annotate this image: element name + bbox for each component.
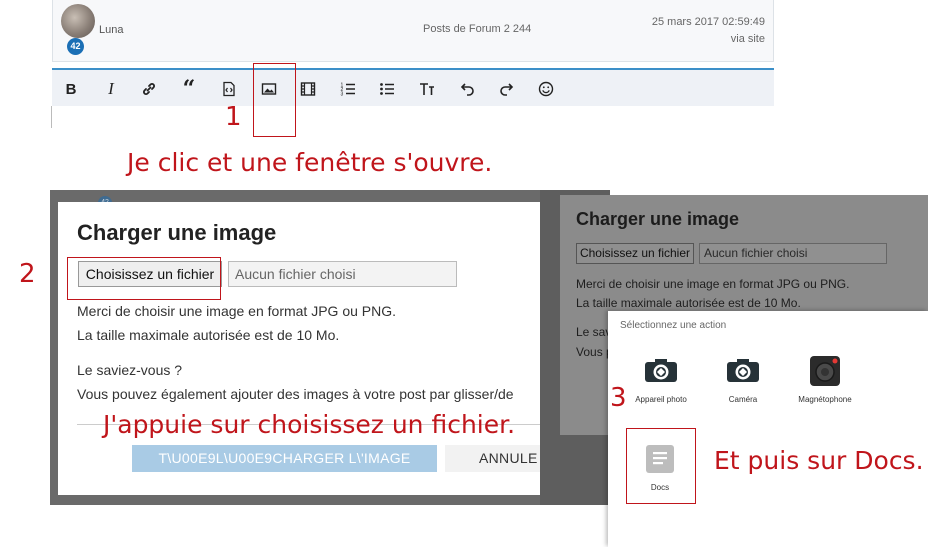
app-recorder[interactable]: Magnétophone [785, 353, 865, 404]
post-header: 42 Luna Posts de Forum 2 244 25 mars 201… [52, 0, 774, 62]
size-limit: La taille maximale autorisée est de 10 M… [576, 296, 801, 310]
post-timestamp: 25 mars 2017 02:59:49 [651, 16, 765, 28]
size-limit: La taille maximale autorisée est de 10 M… [77, 327, 340, 343]
step-3-caption: Et puis sur Docs. [714, 446, 924, 475]
chooser-title: Sélectionnez une action [620, 320, 727, 331]
video-camera-icon [725, 353, 761, 389]
emoji-icon[interactable] [533, 78, 559, 100]
bullet-list-icon[interactable] [374, 78, 400, 100]
svg-text:3: 3 [341, 92, 344, 98]
avatar[interactable] [61, 4, 95, 38]
undo-icon[interactable] [454, 78, 480, 100]
post-count: Posts de Forum 2 244 [423, 23, 532, 35]
link-icon[interactable] [136, 78, 162, 100]
upload-button[interactable]: T\U00E9L\U00E9CHARGER L\'IMAGE [132, 445, 437, 472]
step-1-caption: Je clic et une fenêtre s'ouvre. [127, 148, 493, 177]
post-date: 25 mars 2017 02:59:49 via site [652, 14, 765, 48]
step-3-number: 3 [610, 383, 627, 413]
code-icon[interactable] [216, 78, 242, 100]
app-label: Magnétophone [798, 395, 852, 404]
tip-text: Vous pouvez également ajouter des images… [77, 386, 514, 402]
avatar-badge: 42 [67, 38, 84, 55]
tip-title: Le sav [576, 325, 612, 339]
bold-button[interactable]: B [58, 78, 84, 100]
upload-image-dialog: Charger une image Choisissez un fichier … [58, 202, 540, 495]
ordered-list-icon[interactable]: 123 [335, 78, 361, 100]
cancel-button[interactable]: ANNULE [445, 445, 540, 472]
recorder-icon [807, 353, 843, 389]
step-2-number: 2 [19, 259, 36, 289]
dialog-title: Charger une image [77, 220, 277, 245]
format-instructions: Merci de choisir une image en format JPG… [77, 303, 397, 319]
redo-icon[interactable] [494, 78, 520, 100]
highlight-docs [626, 428, 696, 504]
format-instructions: Merci de choisir une image en format JPG… [576, 277, 850, 291]
editor-toolbar: B I “ 123 [52, 68, 774, 106]
video-icon[interactable] [295, 78, 321, 100]
dialog-title: Charger une image [576, 209, 740, 229]
step-2-caption: J'appuie sur choisissez un fichier. [103, 410, 516, 439]
app-video-camera[interactable]: Caméra [703, 353, 783, 404]
file-name-field: Aucun fichier choisi [699, 243, 887, 264]
highlight-choose-file [67, 257, 221, 300]
tip-title: Le saviez-vous ? [77, 362, 183, 378]
step-1-number: 1 [225, 102, 242, 132]
username[interactable]: Luna [99, 24, 123, 36]
italic-button[interactable]: I [98, 78, 124, 100]
text-size-icon[interactable] [414, 78, 440, 100]
post-via: via site [730, 33, 765, 45]
app-label: Caméra [728, 395, 758, 404]
quote-icon[interactable]: “ [176, 76, 202, 102]
app-label: Appareil photo [635, 395, 687, 404]
app-camera[interactable]: Appareil photo [621, 353, 701, 404]
editor-border [51, 106, 52, 128]
choose-file-button[interactable]: Choisissez un fichier [576, 243, 694, 264]
file-name-field: Aucun fichier choisi [228, 261, 457, 287]
highlight-image-button [253, 63, 296, 137]
camera-icon [643, 353, 679, 389]
